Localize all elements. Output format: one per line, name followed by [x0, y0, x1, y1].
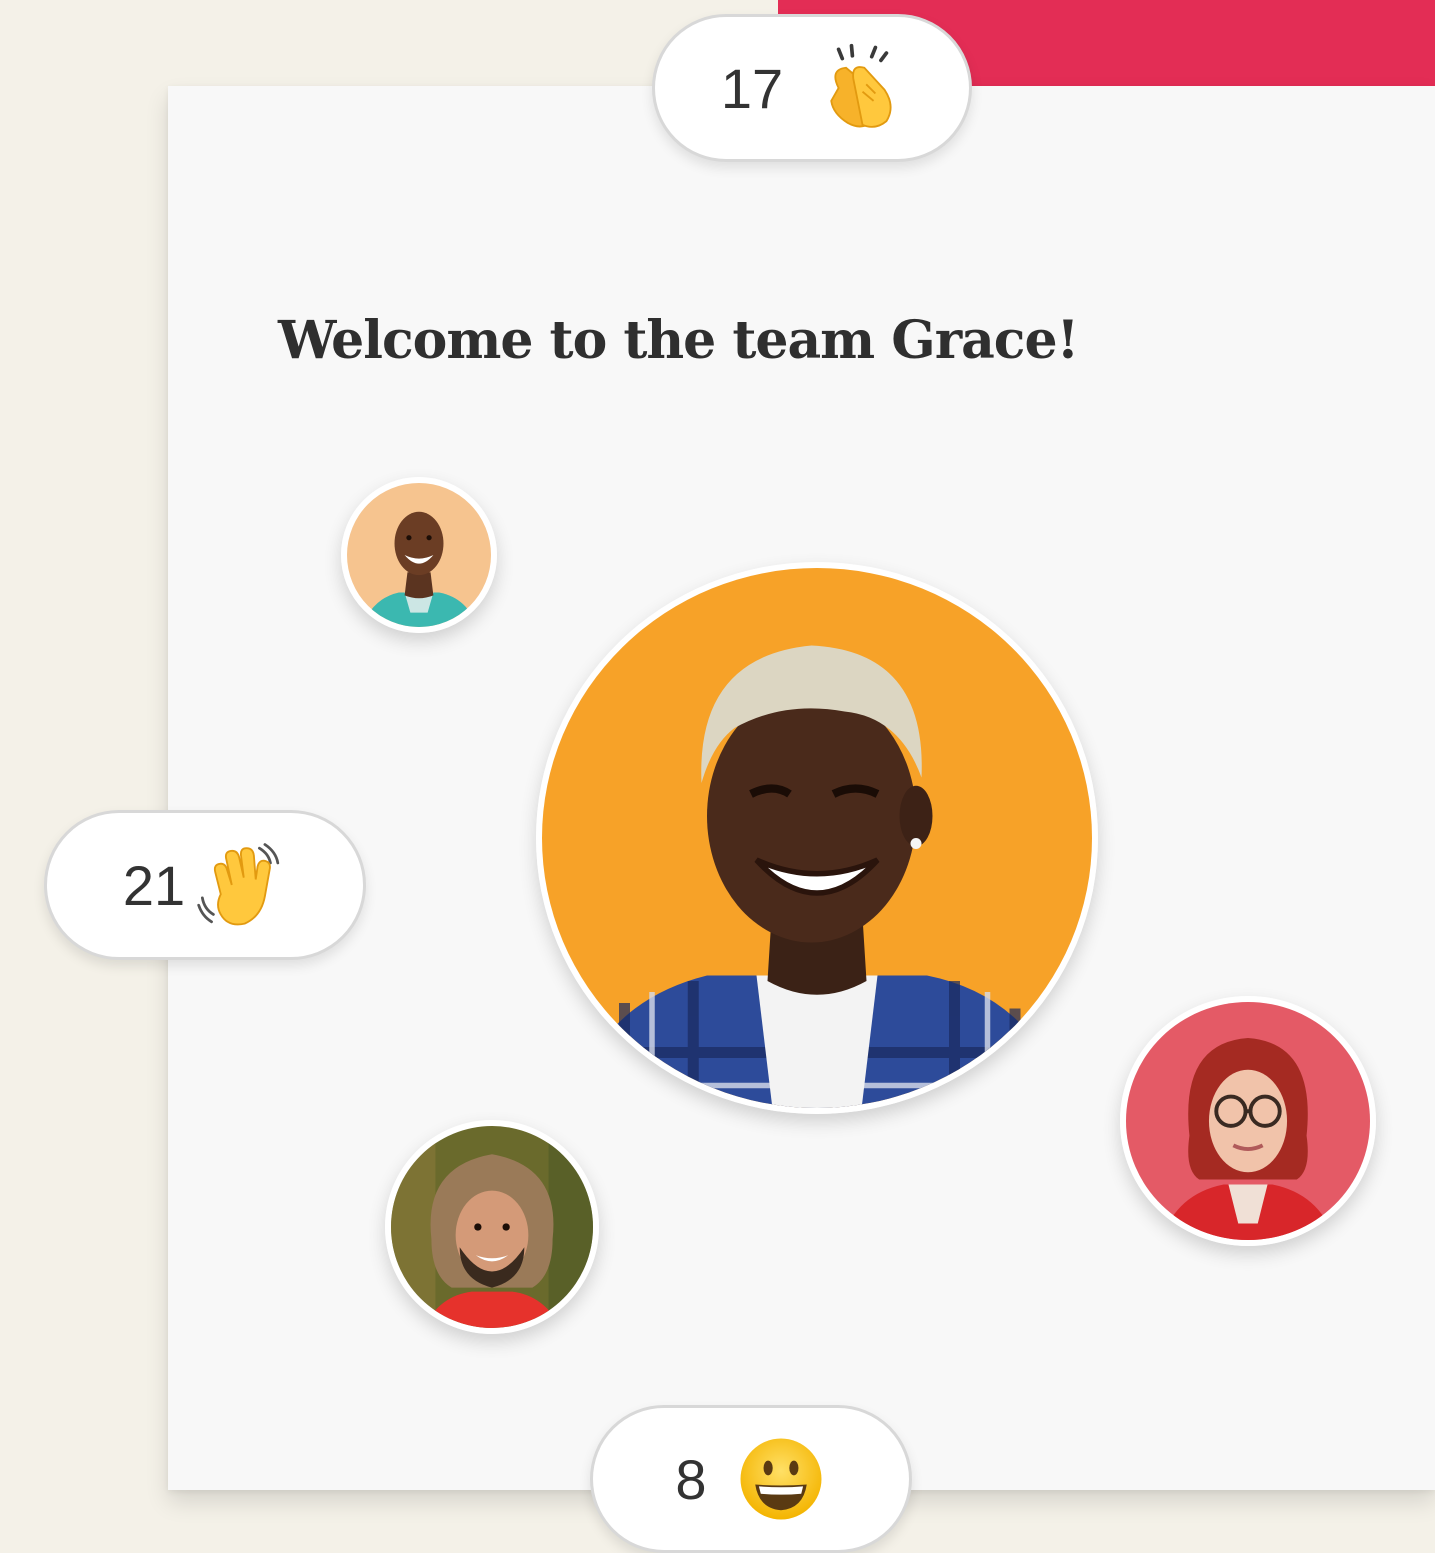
person-photo-icon	[347, 483, 491, 627]
person-photo-icon	[542, 568, 1092, 1108]
wave-reaction-button[interactable]: 21	[44, 810, 366, 960]
clapping-hands-icon	[830, 43, 892, 128]
waving-hand-icon	[197, 843, 280, 926]
grinning-face-icon	[740, 1438, 822, 1520]
teammate-avatar	[1120, 996, 1376, 1246]
smile-reaction-button[interactable]: 8	[590, 1405, 912, 1553]
grace-avatar	[536, 562, 1098, 1114]
person-photo-icon	[391, 1126, 593, 1328]
person-photo-icon	[1126, 1002, 1370, 1240]
welcome-title: Welcome to the team Grace!	[278, 310, 1079, 371]
teammate-avatar	[341, 477, 497, 633]
clap-count: 17	[720, 56, 784, 120]
teammate-avatar	[385, 1120, 599, 1334]
wave-count: 21	[122, 853, 186, 917]
smile-count: 8	[675, 1447, 707, 1511]
clap-reaction-button[interactable]: 17	[652, 14, 972, 162]
